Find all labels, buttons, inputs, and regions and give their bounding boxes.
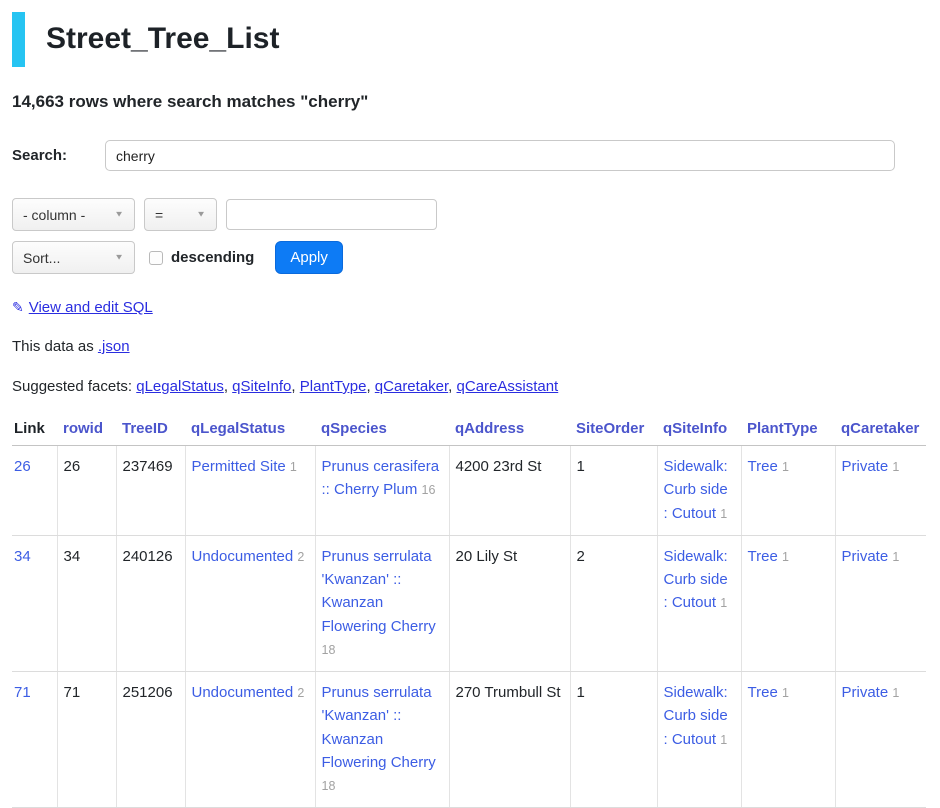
filter-column-value: - column - (23, 207, 85, 223)
facet-count: 1 (782, 550, 789, 564)
cell-qspecies: Prunus cerasifera :: Cherry Plum 16 (315, 446, 449, 536)
facet-link-qcareassistant[interactable]: qCareAssistant (457, 378, 559, 395)
filter-column-select[interactable]: - column - ▼ (12, 198, 135, 231)
json-link[interactable]: .json (98, 338, 130, 355)
table-row: 26 26 237469 Permitted Site 1 Prunus cer… (12, 446, 926, 536)
facet-count: 2 (297, 550, 304, 564)
cell-qcaretaker: Private 1 (835, 535, 926, 671)
search-label: Search: (12, 147, 105, 164)
cell-planttype: Tree 1 (741, 535, 835, 671)
facet-count: 1 (782, 686, 789, 700)
column-header-rowid: rowid (57, 414, 116, 446)
apply-button[interactable]: Apply (275, 241, 343, 274)
facet-count: 1 (892, 550, 899, 564)
cell-qlegalstatus: Undocumented 2 (185, 535, 315, 671)
filter-operator-select[interactable]: = ▼ (144, 198, 217, 231)
cell-rowid: 34 (57, 535, 116, 671)
cell-qcaretaker: Private 1 (835, 446, 926, 536)
filter-operator-value: = (155, 207, 163, 223)
facet-count: 18 (322, 643, 336, 657)
facet-count: 1 (782, 460, 789, 474)
cell-planttype: Tree 1 (741, 672, 835, 808)
chevron-down-icon: ▼ (114, 210, 124, 219)
column-header-qaddress: qAddress (449, 414, 570, 446)
chevron-down-icon: ▼ (114, 253, 124, 262)
cell-qlegalstatus: Permitted Site 1 (185, 446, 315, 536)
cell-treeid: 237469 (116, 446, 185, 536)
facet-item: qCaretaker (375, 378, 457, 395)
data-as-prefix: This data as (12, 338, 98, 355)
column-header-qlegalstatus: qLegalStatus (185, 414, 315, 446)
cell-qsiteinfo: Sidewalk: Curb side : Cutout 1 (657, 535, 741, 671)
row-link[interactable]: 34 (14, 548, 31, 565)
suggested-facets: Suggested facets: qLegalStatus qSiteInfo P… (12, 378, 926, 395)
filter-value-input[interactable] (226, 199, 437, 230)
search-form: Search: (12, 140, 926, 171)
descending-checkbox[interactable] (149, 251, 163, 265)
row-link[interactable]: 26 (14, 458, 31, 475)
pencil-icon: ✎ (12, 299, 24, 315)
facet-item: qLegalStatus (136, 378, 232, 395)
facet-count: 1 (892, 686, 899, 700)
cell-treeid: 251206 (116, 672, 185, 808)
cell-qcaretaker: Private 1 (835, 672, 926, 808)
search-input[interactable] (105, 140, 895, 171)
view-edit-sql-link[interactable]: View and edit SQL (29, 299, 153, 316)
cell-qaddress: 270 Trumbull St (449, 672, 570, 808)
cell-qaddress: 4200 23rd St (449, 446, 570, 536)
sort-form: Sort... ▼ descending Apply (12, 241, 926, 274)
facet-item: PlantType (300, 378, 375, 395)
facet-count: 2 (297, 686, 304, 700)
cell-qspecies: Prunus serrulata 'Kwanzan' :: Kwanzan Fl… (315, 535, 449, 671)
accent-bar (12, 12, 25, 67)
column-header-treeid: TreeID (116, 414, 185, 446)
cell-rowid: 26 (57, 446, 116, 536)
facet-link-qsiteinfo[interactable]: qSiteInfo (232, 378, 291, 395)
table-row: 71 71 251206 Undocumented 2 Prunus serru… (12, 672, 926, 808)
facets-prefix: Suggested facets: (12, 378, 136, 395)
column-header-siteorder: SiteOrder (570, 414, 657, 446)
cell-rowid: 71 (57, 672, 116, 808)
facet-count: 1 (720, 733, 727, 747)
facet-count: 18 (322, 779, 336, 793)
cell-qaddress: 20 Lily St (449, 535, 570, 671)
facet-link-qlegalstatus[interactable]: qLegalStatus (136, 378, 224, 395)
cell-siteorder: 1 (570, 672, 657, 808)
results-table: Link rowid TreeID qLegalStatus qSpecies … (12, 414, 926, 808)
column-header-planttype: PlantType (741, 414, 835, 446)
facet-count: 1 (290, 460, 297, 474)
facet-item: qCareAssistant (457, 378, 559, 395)
facet-count: 1 (720, 507, 727, 521)
column-header-qspecies: qSpecies (315, 414, 449, 446)
facet-link-planttype[interactable]: PlantType (300, 378, 367, 395)
sort-select-value: Sort... (23, 250, 60, 266)
cell-siteorder: 2 (570, 535, 657, 671)
facet-count: 1 (892, 460, 899, 474)
cell-treeid: 240126 (116, 535, 185, 671)
column-header-link: Link (12, 414, 57, 446)
column-header-qsiteinfo: qSiteInfo (657, 414, 741, 446)
chevron-down-icon: ▼ (196, 210, 206, 219)
facet-count: 1 (720, 596, 727, 610)
cell-planttype: Tree 1 (741, 446, 835, 536)
filter-form: - column - ▼ = ▼ (12, 198, 926, 231)
cell-qlegalstatus: Undocumented 2 (185, 672, 315, 808)
facet-item: qSiteInfo (232, 378, 300, 395)
row-count-summary: 14,663 rows where search matches "cherry… (12, 92, 926, 112)
cell-qsiteinfo: Sidewalk: Curb side : Cutout 1 (657, 672, 741, 808)
table-header-row: Link rowid TreeID qLegalStatus qSpecies … (12, 414, 926, 446)
table-row: 34 34 240126 Undocumented 2 Prunus serru… (12, 535, 926, 671)
cell-qspecies: Prunus serrulata 'Kwanzan' :: Kwanzan Fl… (315, 672, 449, 808)
cell-qsiteinfo: Sidewalk: Curb side : Cutout 1 (657, 446, 741, 536)
column-header-qcaretaker: qCaretaker (835, 414, 926, 446)
page-title: Street_Tree_List (46, 12, 279, 67)
row-link[interactable]: 71 (14, 684, 31, 701)
facet-link-qcaretaker[interactable]: qCaretaker (375, 378, 448, 395)
sort-select[interactable]: Sort... ▼ (12, 241, 135, 274)
descending-label: descending (171, 249, 254, 266)
facet-count: 16 (422, 483, 436, 497)
cell-siteorder: 1 (570, 446, 657, 536)
page-header: Street_Tree_List (12, 12, 926, 67)
